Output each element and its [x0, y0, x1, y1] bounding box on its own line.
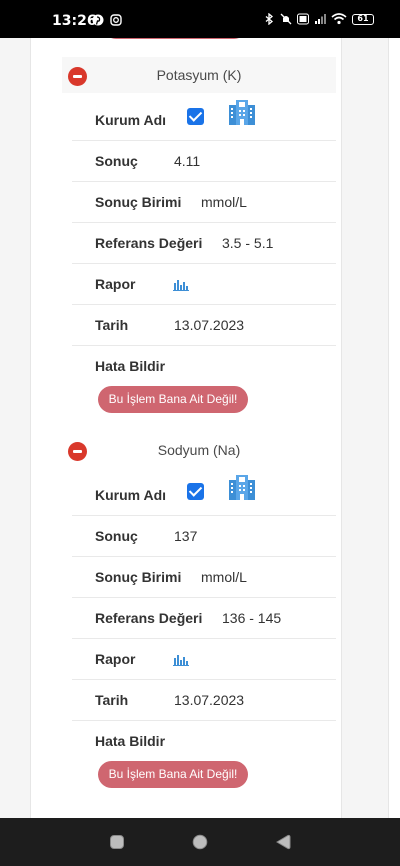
page-content: Potasyum (K) Kurum Adı Sonuç 4.11 Sonuç …: [0, 38, 400, 818]
home-icon[interactable]: [192, 834, 208, 850]
mute-bell-icon: [280, 13, 292, 25]
test-card-sodyum: Sodyum (Na) Kurum Adı Sonuç 137 Sonuç Bi…: [62, 432, 336, 792]
hata-label: Hata Bildir: [95, 733, 166, 749]
kurum-checkbox[interactable]: [187, 483, 204, 500]
instagram-icon: [110, 14, 122, 26]
row-tarih: Tarih 13.07.2023: [72, 305, 336, 346]
volte-icon: [297, 13, 309, 25]
referans-value: 3.5 - 5.1: [222, 235, 274, 251]
birim-label: Sonuç Birimi: [95, 569, 182, 585]
row-birim: Sonuç Birimi mmol/L: [72, 182, 336, 223]
birim-value: mmol/L: [201, 569, 247, 585]
referans-label: Referans Değeri: [95, 235, 203, 251]
wifi-icon: [331, 13, 347, 25]
hospital-icon[interactable]: [227, 472, 257, 502]
birim-value: mmol/L: [201, 194, 247, 210]
report-error-button[interactable]: Bu İşlem Bana Ait Değil!: [98, 761, 248, 788]
row-rapor: Rapor: [72, 264, 336, 305]
row-sonuc: Sonuç 137: [72, 516, 336, 557]
tarih-label: Tarih: [95, 317, 129, 333]
pinterest-icon: [92, 14, 104, 26]
back-icon[interactable]: [275, 834, 291, 850]
row-kurum: Kurum Adı: [72, 100, 336, 141]
referans-value: 136 - 145: [222, 610, 282, 626]
row-referans: Referans Değeri 3.5 - 5.1: [72, 223, 336, 264]
recent-apps-icon[interactable]: [109, 834, 125, 850]
row-sonuc: Sonuç 4.11: [72, 141, 336, 182]
sonuc-value: 137: [174, 528, 198, 544]
row-birim: Sonuç Birimi mmol/L: [72, 557, 336, 598]
card-title: Sodyum (Na): [157, 442, 241, 458]
sonuc-label: Sonuç: [95, 528, 138, 544]
report-chart-icon[interactable]: [173, 652, 189, 666]
status-bar: 13:26 61: [0, 0, 400, 38]
report-error-button[interactable]: Bu İşlem Bana Ait Değil!: [98, 386, 248, 413]
battery-icon: 61: [352, 13, 374, 25]
hospital-icon[interactable]: [227, 97, 257, 127]
referans-label: Referans Değeri: [95, 610, 203, 626]
tarih-label: Tarih: [95, 692, 129, 708]
row-referans: Referans Değeri 136 - 145: [72, 598, 336, 639]
system-navigation-bar: [0, 818, 400, 866]
bluetooth-icon: [265, 13, 274, 25]
card-header[interactable]: Sodyum (Na): [62, 432, 336, 468]
card-header[interactable]: Potasyum (K): [62, 57, 336, 93]
status-time: 13:26: [52, 13, 97, 29]
tarih-value: 13.07.2023: [174, 692, 245, 708]
row-rapor: Rapor: [72, 639, 336, 680]
previous-error-button[interactable]: [104, 38, 246, 39]
sonuc-label: Sonuç: [95, 153, 138, 169]
birim-label: Sonuç Birimi: [95, 194, 182, 210]
kurum-label: Kurum Adı: [95, 112, 167, 128]
row-tarih: Tarih 13.07.2023: [72, 680, 336, 721]
test-card-potasyum: Potasyum (K) Kurum Adı Sonuç 4.11 Sonuç …: [62, 57, 336, 417]
tarih-value: 13.07.2023: [174, 317, 245, 333]
signal-icon: [315, 14, 326, 24]
hata-label: Hata Bildir: [95, 358, 166, 374]
report-chart-icon[interactable]: [173, 277, 189, 291]
rapor-label: Rapor: [95, 276, 136, 292]
kurum-label: Kurum Adı: [95, 487, 167, 503]
row-kurum: Kurum Adı: [72, 475, 336, 516]
card-title: Potasyum (K): [156, 67, 242, 83]
kurum-checkbox[interactable]: [187, 108, 204, 125]
rapor-label: Rapor: [95, 651, 136, 667]
sonuc-value: 4.11: [174, 153, 201, 169]
scrollbar-track[interactable]: [388, 38, 400, 818]
